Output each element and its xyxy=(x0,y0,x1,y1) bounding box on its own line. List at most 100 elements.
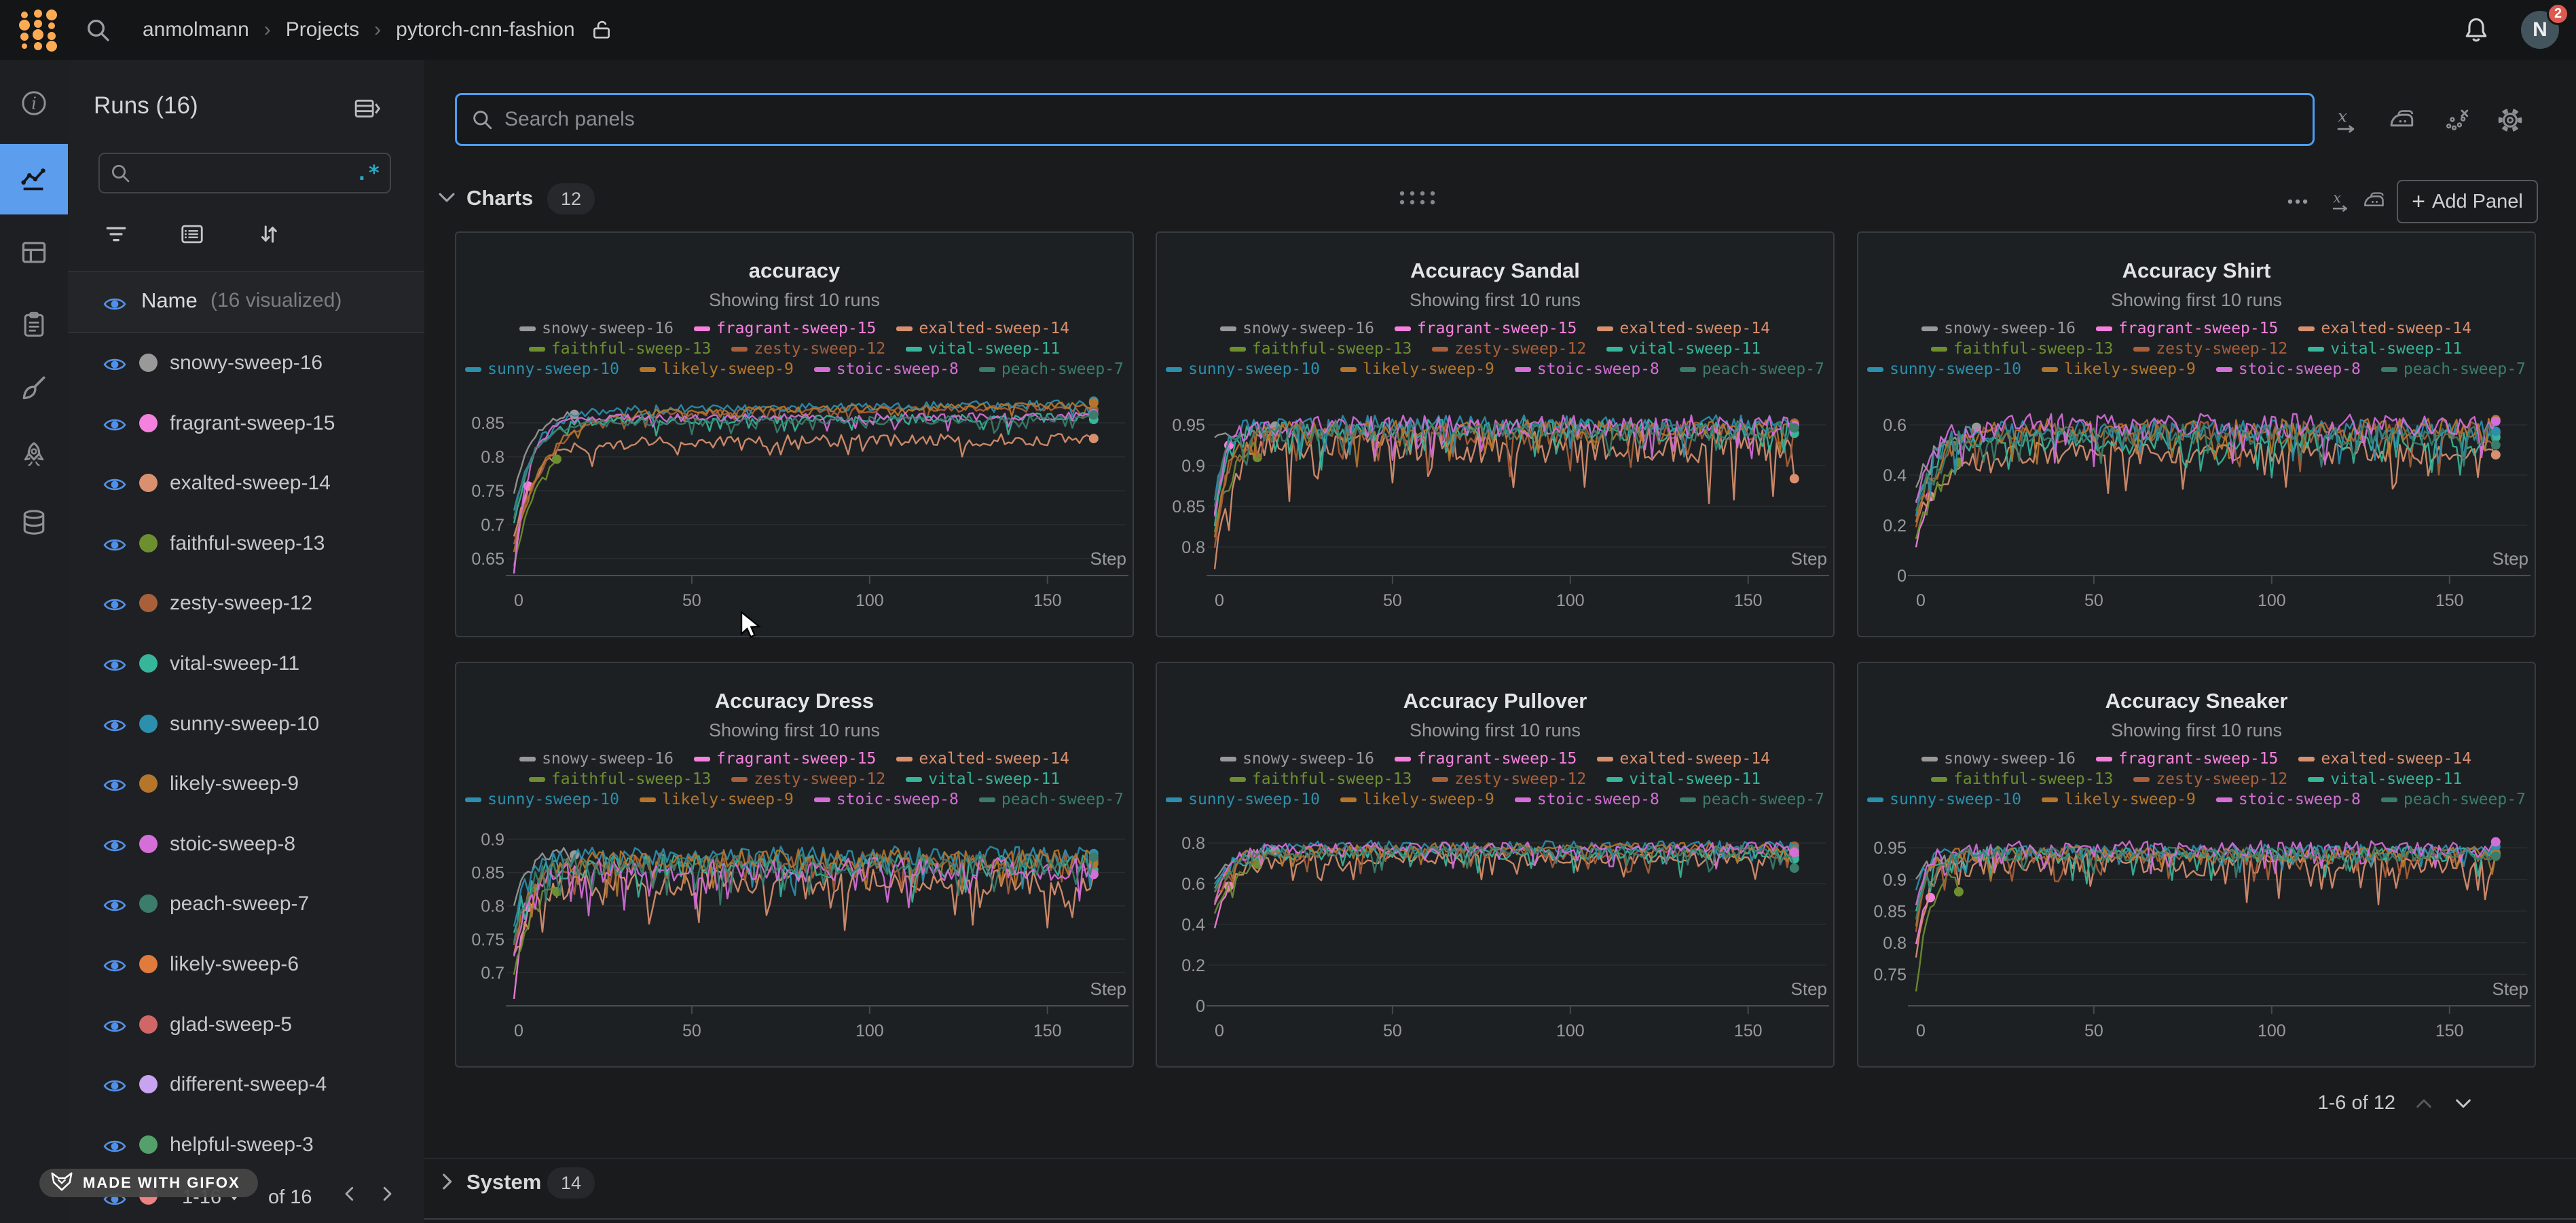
section-x-axis-icon[interactable]: x xyxy=(2330,189,2354,213)
legend-item[interactable]: snowy-sweep-16 xyxy=(519,750,674,768)
legend-item[interactable]: snowy-sweep-16 xyxy=(1921,750,2076,768)
legend-item[interactable]: sunny-sweep-10 xyxy=(1867,791,2021,808)
legend-item[interactable]: stoic-sweep-8 xyxy=(814,360,959,378)
run-row[interactable]: exalted-sweep-14 xyxy=(68,453,424,512)
legend-item[interactable]: sunny-sweep-10 xyxy=(1166,360,1320,378)
chart-panel[interactable]: Accuracy ShirtShowing first 10 runssnowy… xyxy=(1857,231,2536,637)
legend-item[interactable]: sunny-sweep-10 xyxy=(465,791,619,808)
runs-search-input[interactable] xyxy=(138,162,349,185)
system-expand-chevron-icon[interactable] xyxy=(435,1170,458,1193)
run-name[interactable]: different-sweep-4 xyxy=(170,1073,327,1096)
run-name[interactable]: likely-sweep-9 xyxy=(170,772,299,795)
run-name[interactable]: stoic-sweep-8 xyxy=(170,833,295,856)
run-row[interactable]: sunny-sweep-10 xyxy=(68,694,424,753)
run-name[interactable]: faithful-sweep-13 xyxy=(170,532,325,555)
run-row[interactable]: vital-sweep-11 xyxy=(68,633,424,693)
run-row[interactable]: different-sweep-4 xyxy=(68,1054,424,1114)
legend-item[interactable]: stoic-sweep-8 xyxy=(2216,360,2361,378)
breadcrumb-projects[interactable]: Projects xyxy=(286,18,359,41)
charts-collapse-chevron-icon[interactable] xyxy=(435,186,458,209)
charts-section-title[interactable]: Charts xyxy=(466,186,533,210)
run-name[interactable]: likely-sweep-6 xyxy=(170,953,299,976)
sort-icon[interactable] xyxy=(256,221,282,247)
legend-item[interactable]: peach-sweep-7 xyxy=(2381,791,2526,808)
runs-name-header[interactable]: Name (16 visualized) xyxy=(68,271,424,333)
legend-item[interactable]: peach-sweep-7 xyxy=(2381,360,2526,378)
legend-item[interactable]: exalted-sweep-14 xyxy=(896,750,1069,768)
legend-item[interactable]: snowy-sweep-16 xyxy=(1220,320,1374,337)
visibility-eye-icon[interactable] xyxy=(103,1015,126,1034)
legend-item[interactable]: stoic-sweep-8 xyxy=(1515,791,1659,808)
legend-item[interactable]: faithful-sweep-13 xyxy=(529,340,711,358)
visibility-eye-icon[interactable] xyxy=(103,714,126,733)
chart-panel[interactable]: Accuracy PulloverShowing first 10 runssn… xyxy=(1156,662,1835,1068)
next-page-icon[interactable] xyxy=(377,1184,397,1204)
run-row[interactable]: likely-sweep-9 xyxy=(68,753,424,813)
group-list-icon[interactable] xyxy=(179,221,205,247)
visibility-eye-icon[interactable] xyxy=(103,353,126,372)
page-up-chevron-icon[interactable] xyxy=(2413,1093,2435,1114)
run-row[interactable]: faithful-sweep-13 xyxy=(68,513,424,573)
legend-item[interactable]: likely-sweep-9 xyxy=(640,791,794,808)
legend-item[interactable]: exalted-sweep-14 xyxy=(2298,750,2471,768)
panel-search-bar[interactable] xyxy=(455,93,2315,146)
chart-plot[interactable]: 0.70.750.80.850.9050100150Step xyxy=(456,811,1133,1066)
run-row[interactable]: snowy-sweep-16 xyxy=(68,333,424,392)
run-name[interactable]: fragrant-sweep-15 xyxy=(170,412,335,435)
legend-item[interactable]: peach-sweep-7 xyxy=(1680,791,1824,808)
legend-item[interactable]: vital-sweep-11 xyxy=(906,340,1060,358)
legend-item[interactable]: likely-sweep-9 xyxy=(2042,360,2196,378)
runs-table-expand-icon[interactable] xyxy=(353,95,394,122)
nav-table-icon[interactable] xyxy=(0,217,68,288)
legend-item[interactable]: faithful-sweep-13 xyxy=(1931,770,2113,788)
legend-item[interactable]: peach-sweep-7 xyxy=(1680,360,1824,378)
visibility-eye-icon[interactable] xyxy=(103,1074,126,1093)
chart-plot[interactable]: 0.650.70.750.80.85050100150Step xyxy=(456,381,1133,635)
legend-item[interactable]: zesty-sweep-12 xyxy=(1432,340,1586,358)
legend-item[interactable]: stoic-sweep-8 xyxy=(814,791,959,808)
runs-search-box[interactable]: .* xyxy=(98,153,391,193)
visibility-eye-icon[interactable] xyxy=(103,1135,126,1154)
run-name[interactable]: zesty-sweep-12 xyxy=(170,592,312,615)
legend-item[interactable]: faithful-sweep-13 xyxy=(1931,340,2113,358)
breadcrumb-user[interactable]: anmolmann xyxy=(143,18,249,41)
wandb-logo-icon[interactable] xyxy=(15,8,61,52)
visibility-eye-icon[interactable] xyxy=(103,533,126,552)
legend-item[interactable]: fragrant-sweep-15 xyxy=(694,320,876,337)
run-name[interactable]: sunny-sweep-10 xyxy=(170,713,319,736)
visibility-eye-icon[interactable] xyxy=(103,593,126,612)
run-name[interactable]: helpful-sweep-3 xyxy=(170,1133,314,1156)
legend-item[interactable]: likely-sweep-9 xyxy=(1340,360,1494,378)
run-name[interactable]: peach-sweep-7 xyxy=(170,892,309,916)
legend-item[interactable]: fragrant-sweep-15 xyxy=(2096,320,2278,337)
chart-panel[interactable]: Accuracy DressShowing first 10 runssnowy… xyxy=(455,662,1134,1068)
run-name[interactable]: vital-sweep-11 xyxy=(170,652,299,675)
legend-item[interactable]: exalted-sweep-14 xyxy=(896,320,1069,337)
visibility-eye-icon[interactable] xyxy=(103,654,126,673)
legend-item[interactable]: stoic-sweep-8 xyxy=(1515,360,1659,378)
chart-panel[interactable]: Accuracy SneakerShowing first 10 runssno… xyxy=(1857,662,2536,1068)
legend-item[interactable]: exalted-sweep-14 xyxy=(1597,320,1770,337)
section-menu-dots-icon[interactable] xyxy=(2285,189,2311,214)
legend-item[interactable]: fragrant-sweep-15 xyxy=(1395,320,1577,337)
legend-item[interactable]: sunny-sweep-10 xyxy=(465,360,619,378)
chart-panel[interactable]: accuracyShowing first 10 runssnowy-sweep… xyxy=(455,231,1134,637)
legend-item[interactable]: peach-sweep-7 xyxy=(979,360,1124,378)
run-row[interactable]: peach-sweep-7 xyxy=(68,873,424,933)
legend-item[interactable]: faithful-sweep-13 xyxy=(1230,770,1412,788)
prev-page-icon[interactable] xyxy=(339,1184,360,1204)
visibility-eye-icon[interactable] xyxy=(103,894,126,913)
legend-item[interactable]: peach-sweep-7 xyxy=(979,791,1124,808)
nav-workspace-icon[interactable] xyxy=(0,144,68,214)
run-name[interactable]: exalted-sweep-14 xyxy=(170,472,331,495)
legend-item[interactable]: sunny-sweep-10 xyxy=(1166,791,1320,808)
legend-item[interactable]: zesty-sweep-12 xyxy=(731,770,885,788)
chart-plot[interactable]: 0.80.850.90.95050100150Step xyxy=(1157,381,1833,635)
legend-item[interactable]: likely-sweep-9 xyxy=(2042,791,2196,808)
smoothing-iron-icon[interactable] xyxy=(2387,106,2416,134)
legend-item[interactable]: vital-sweep-11 xyxy=(1606,340,1761,358)
legend-item[interactable]: fragrant-sweep-15 xyxy=(2096,750,2278,768)
run-row[interactable]: helpful-sweep-3 xyxy=(68,1114,424,1174)
legend-item[interactable]: faithful-sweep-13 xyxy=(529,770,711,788)
add-panel-button[interactable]: + Add Panel xyxy=(2397,180,2538,223)
